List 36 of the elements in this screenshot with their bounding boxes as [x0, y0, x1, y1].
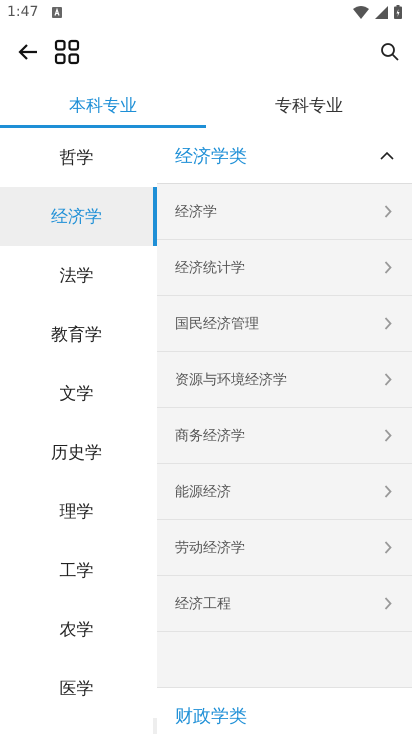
chevron-right-icon	[384, 373, 392, 386]
major-name: 国民经济管理	[175, 314, 259, 332]
chevron-right-icon	[384, 485, 392, 498]
major-name: 劳动经济学	[175, 538, 245, 556]
group-header[interactable]: 经济学类	[157, 128, 412, 184]
major-row[interactable]: 资源与环境经济学	[157, 352, 412, 408]
grid-icon	[54, 39, 80, 65]
major-row[interactable]: 劳动经济学	[157, 520, 412, 576]
major-row[interactable]: 商务经济学	[157, 408, 412, 464]
search-icon	[380, 42, 400, 62]
major-row[interactable]: 经济统计学	[157, 240, 412, 296]
chevron-right-icon	[384, 429, 392, 442]
chevron-right-icon	[384, 261, 392, 274]
wifi-icon	[353, 6, 369, 18]
major-row[interactable]: 经济工程	[157, 576, 412, 632]
major-row[interactable]: 经济学	[157, 184, 412, 240]
tab[interactable]: 专科专业	[206, 80, 412, 128]
group-title: 经济学类	[175, 144, 247, 168]
major-name: 资源与环境经济学	[175, 370, 287, 388]
major-name: 经济学	[175, 202, 217, 220]
signal-icon	[375, 6, 388, 18]
chevron-right-icon	[384, 597, 392, 610]
chevron-right-icon	[384, 541, 392, 554]
chevron-right-icon	[384, 205, 392, 218]
major-name: 能源经济	[175, 482, 231, 500]
major-row[interactable]: 能源经济	[157, 464, 412, 520]
major-row[interactable]: 国民经济管理	[157, 296, 412, 352]
battery-icon	[394, 5, 402, 19]
status-time: 1:47	[7, 4, 38, 20]
group-title: 财政学类	[175, 704, 247, 728]
notification-icon	[52, 6, 62, 18]
chevron-right-icon	[384, 317, 392, 330]
major-name: 经济统计学	[175, 258, 245, 276]
major-name: 经济工程	[175, 594, 231, 612]
group-header[interactable]: 财政学类	[157, 688, 412, 734]
major-name: 商务经济学	[175, 426, 245, 444]
